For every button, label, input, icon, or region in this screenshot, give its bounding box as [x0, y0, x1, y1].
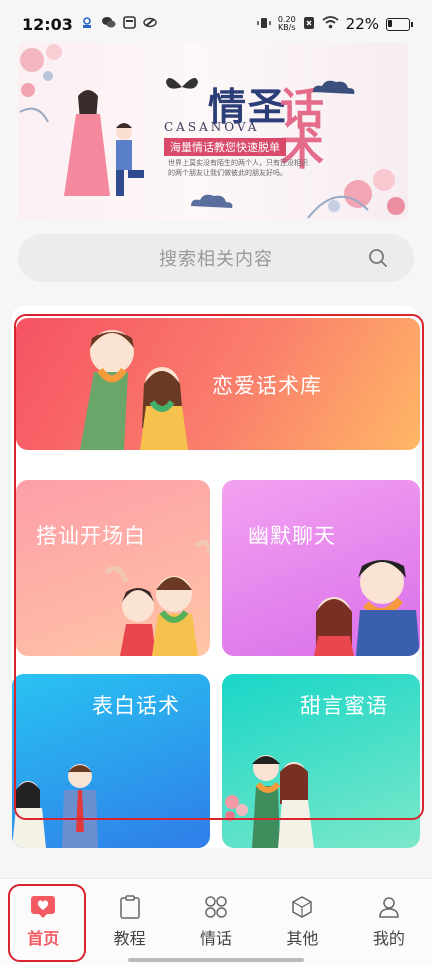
battery-percent: 22% — [345, 15, 379, 33]
cube-icon — [292, 896, 313, 918]
app-store-icon — [123, 16, 136, 32]
status-bar: 12:03 0.20 KB/s 22% — [0, 0, 432, 48]
wechat-icon — [101, 16, 116, 32]
couple-chat-illustration — [314, 560, 420, 656]
clipboard-icon — [119, 895, 140, 919]
home-indicator — [128, 958, 304, 962]
card-sweet-words[interactable]: 甜言蜜语 — [222, 674, 420, 848]
couple-confession-illustration — [12, 764, 98, 848]
annotation-highlight-home-tab — [8, 884, 86, 962]
card-humor-chat[interactable]: 幽默聊天 — [222, 480, 420, 656]
butterfly-icon — [166, 78, 198, 89]
card-label-humor-chat: 幽默聊天 — [248, 524, 336, 548]
flower-decoration-right — [307, 169, 405, 219]
link-icon — [143, 16, 157, 32]
tab-mine[interactable]: 我的 — [346, 879, 432, 965]
grid-icon — [205, 896, 227, 918]
tab-love-words-label: 情话 — [200, 929, 233, 948]
card-confession-phrases[interactable]: 表白话术 — [12, 674, 210, 848]
user-icon — [379, 897, 399, 918]
net-speed-unit: KB/s — [277, 23, 296, 32]
card-label-love-phrases: 恋爱话术库 — [212, 374, 322, 398]
wifi-icon — [322, 16, 339, 32]
notification-icon — [80, 16, 94, 33]
battery-fill — [388, 19, 392, 27]
card-pickup-lines[interactable]: 搭讪开场白 — [16, 480, 210, 656]
cloud-icon — [191, 194, 233, 208]
vibrate-icon — [257, 16, 271, 33]
tab-other-label: 其他 — [286, 929, 319, 948]
status-time: 12:03 — [22, 14, 73, 34]
couple-proposal-illustration — [64, 90, 144, 196]
tab-other[interactable]: 其他 — [259, 879, 345, 965]
banner-description: 世界上莫实没有陌生的两个人，只有还没相识的两个朋友让我们做彼此的朋友好吗。 — [168, 159, 308, 177]
search-bar[interactable]: 搜索相关内容 — [18, 234, 414, 282]
cloud-icon — [313, 80, 355, 94]
no-sim-icon — [303, 16, 315, 33]
card-label-confession-phrases: 表白话术 — [92, 694, 180, 718]
banner-slogan: 海量情话教您快速脱单 — [164, 138, 286, 156]
search-input[interactable]: 搜索相关内容 — [159, 245, 273, 271]
couple-illustration — [80, 330, 188, 450]
card-label-sweet-words: 甜言蜜语 — [300, 694, 388, 718]
tab-tutorial-label: 教程 — [113, 929, 146, 948]
card-love-phrases[interactable]: 恋爱话术库 — [16, 318, 420, 450]
tab-love-words[interactable]: 情话 — [173, 879, 259, 965]
net-speed: 0.20 KB/s — [278, 16, 296, 32]
tab-tutorial[interactable]: 教程 — [86, 879, 172, 965]
couple-flowers-illustration — [225, 755, 314, 848]
search-icon[interactable] — [368, 248, 388, 268]
tab-mine-label: 我的 — [372, 929, 405, 948]
banner-subtitle-en: CASANOVA — [164, 120, 260, 134]
battery-icon — [386, 17, 413, 31]
couple-waving-illustration — [104, 539, 210, 656]
banner[interactable]: 情圣 话术 CASANOVA 海量情话教您快速脱单 世界上莫实没有陌生的两个人，… — [18, 42, 408, 220]
